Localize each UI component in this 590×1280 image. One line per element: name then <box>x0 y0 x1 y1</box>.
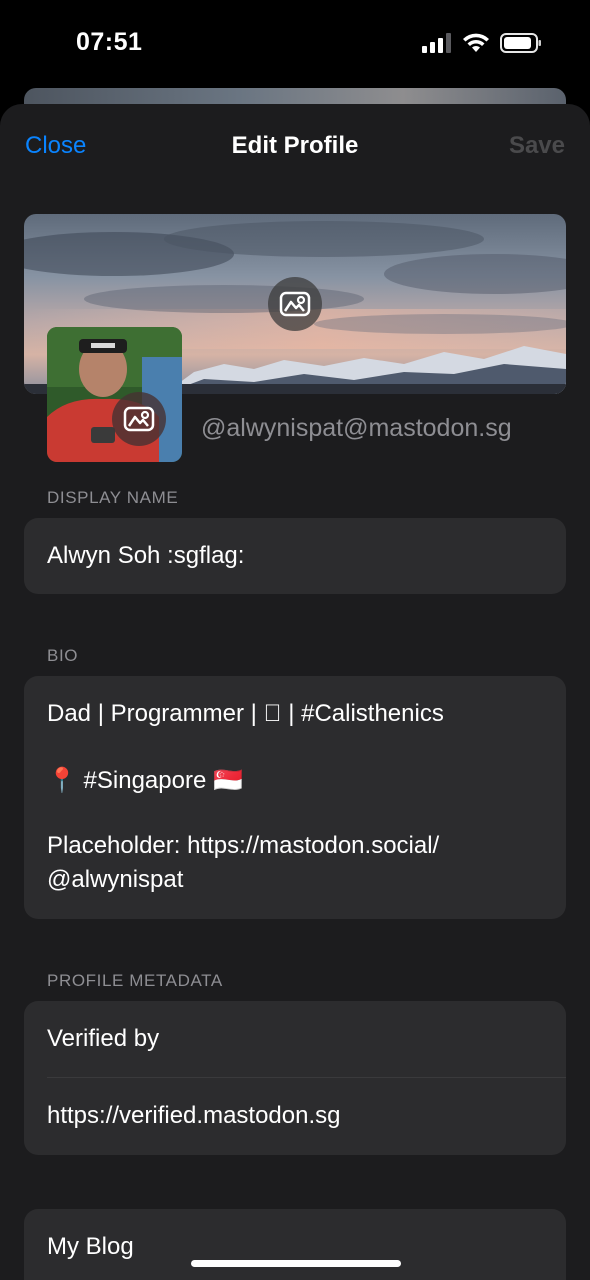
display-name-section-label: DISPLAY NAME <box>47 488 179 507</box>
metadata-value-value: https://verified.mastodon.sg <box>47 1102 341 1129</box>
bio-line: 📍 #Singapore 🇸🇬 <box>47 767 243 794</box>
bio-field[interactable]: Dad | Programmer |  | #Calisthenics 📍 #… <box>24 676 566 919</box>
nav-bar: Close Edit Profile Save <box>0 104 590 188</box>
display-name-field[interactable]: Alwyn Soh :sgflag: <box>24 518 566 594</box>
metadata-name-value: Verified by <box>47 1025 160 1052</box>
close-button[interactable]: Close <box>25 132 86 160</box>
metadata-value-input[interactable]: https://verified.mastodon.sg <box>24 1078 566 1154</box>
metadata-name-value: My Blog <box>47 1233 134 1260</box>
home-indicator[interactable] <box>191 1260 401 1267</box>
metadata-field-group: Verified by https://verified.mastodon.sg <box>24 1001 566 1155</box>
header-edit-button[interactable] <box>268 277 322 331</box>
metadata-field-group: My Blog <box>24 1209 566 1280</box>
avatar[interactable] <box>47 327 182 462</box>
wifi-icon <box>463 33 489 52</box>
profile-metadata-section-label: PROFILE METADATA <box>47 971 223 990</box>
photo-edit-icon <box>123 406 155 432</box>
save-button[interactable]: Save <box>509 132 565 160</box>
photo-edit-icon <box>279 291 311 317</box>
metadata-name-input[interactable]: My Blog <box>24 1209 566 1280</box>
metadata-name-input[interactable]: Verified by <box>24 1001 566 1078</box>
account-handle: @alwynispat@mastodon.sg <box>201 414 512 442</box>
bio-section-label: BIO <box>47 646 79 665</box>
battery-icon <box>500 33 541 53</box>
status-bar: 07:51 <box>0 0 590 90</box>
edit-profile-sheet: Close Edit Profile Save @alwynispat@mast… <box>0 104 590 1280</box>
status-icons <box>422 33 542 53</box>
page-title: Edit Profile <box>231 132 359 159</box>
avatar-photo <box>47 327 182 462</box>
bio-line: @alwynispat <box>47 866 184 893</box>
bio-line: Dad | Programmer |  | #Calisthenics <box>47 700 444 727</box>
display-name-value: Alwyn Soh :sgflag: <box>47 542 245 569</box>
cellular-signal-icon <box>422 33 451 53</box>
status-time: 07:51 <box>76 28 143 56</box>
avatar-edit-button[interactable] <box>112 392 166 446</box>
bio-line: Placeholder: https://mastodon.social/ <box>47 832 440 859</box>
